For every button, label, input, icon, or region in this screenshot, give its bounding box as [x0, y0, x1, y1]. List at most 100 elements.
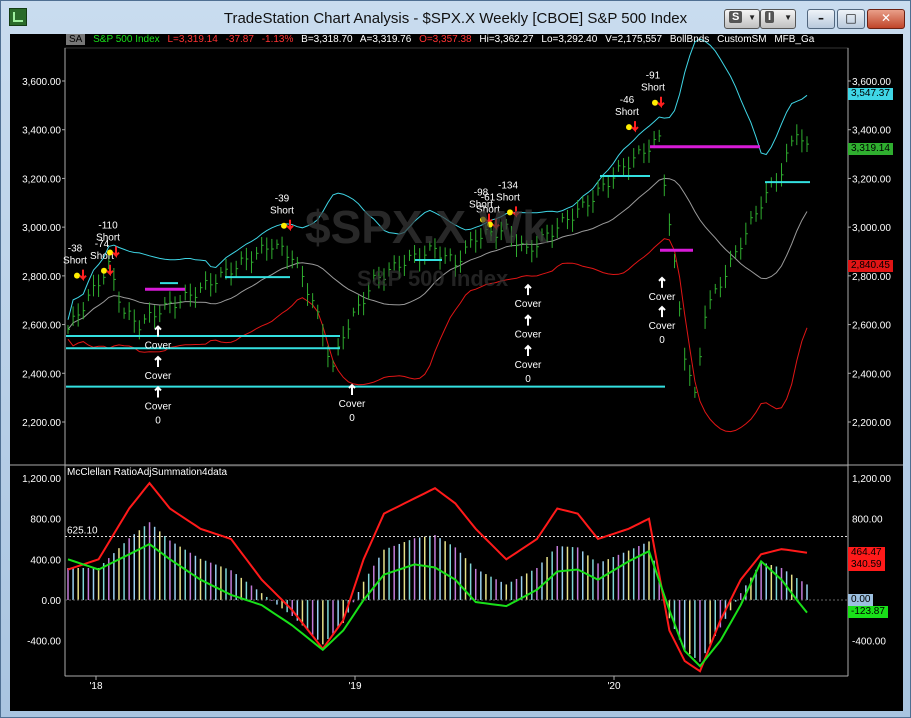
- short-arrow-icon: [657, 96, 665, 109]
- upper-band-tag: 3,547.37: [848, 88, 893, 100]
- chevron-down-icon: ▼: [784, 13, 792, 22]
- short-signal-number: -46: [620, 95, 635, 106]
- short-entry-dot: [281, 222, 287, 229]
- low-price: Lo=3,292.40: [541, 34, 598, 45]
- study-customsm[interactable]: CustomSM: [717, 34, 766, 45]
- osc-green-top-tag: 340.59: [848, 559, 885, 571]
- net-change: -37.87: [225, 34, 254, 45]
- price-axis-label-right: 2,200.00: [852, 418, 891, 429]
- osc-axis-label-left: 1,200.00: [22, 474, 61, 485]
- price-axis-label-left: 3,200.00: [22, 174, 61, 185]
- osc-axis-label-right: -400.00: [852, 637, 886, 648]
- last-price: L=3,319.14: [167, 34, 218, 45]
- high-price: Hi=3,362.27: [479, 34, 534, 45]
- time-axis-label: '20: [607, 681, 620, 692]
- price-axis-label-right: 3,000.00: [852, 223, 891, 234]
- cover-signal-label: Cover: [145, 401, 172, 412]
- symbol-status-line: SA S&P 500 Index L=3,319.14 -37.87 -1.13…: [10, 34, 903, 48]
- cover-arrow-icon: [658, 276, 666, 288]
- chart-canvas[interactable]: 3,600.00 3,600.00 3,400.00 3,400.00 3,200.00…: [10, 34, 903, 711]
- cover-signal-number: 0: [349, 413, 355, 424]
- style-dropdown-button[interactable]: S ▼: [724, 9, 760, 29]
- osc-red-tag: 464.47: [848, 547, 885, 559]
- short-entry-dot: [626, 124, 632, 131]
- price-axis-label-left: 2,400.00: [22, 369, 61, 380]
- price-axis-label-left: 2,600.00: [22, 321, 61, 332]
- ask-price: A=3,319.76: [359, 34, 412, 45]
- bid-price: B=3,318.70: [301, 34, 353, 45]
- short-signal-number: -134: [498, 180, 518, 191]
- volume: V=2,175,557: [605, 34, 663, 45]
- price-axis-label-left: 3,600.00: [22, 77, 61, 88]
- study-mfb[interactable]: MFB_Ga: [774, 34, 814, 45]
- cover-arrow-icon: [524, 283, 532, 296]
- format-dropdown-button[interactable]: I ▼: [760, 9, 796, 29]
- osc-axis-label-left: 800.00: [30, 515, 61, 526]
- osc-green-tag: -123.87: [848, 606, 888, 618]
- osc-axis-label-right: 1,200.00: [852, 474, 891, 485]
- short-signal-label: Short: [615, 107, 639, 118]
- short-signal-number: -38: [68, 244, 83, 255]
- short-entry-dot: [101, 267, 107, 274]
- cover-signal-label: Cover: [515, 299, 542, 310]
- indicator-panel-frame: [64, 465, 849, 677]
- price-axis-label-right: 2,400.00: [852, 369, 891, 380]
- cover-signal-label: Cover: [339, 399, 366, 410]
- price-axis-label-right: 3,200.00: [852, 174, 891, 185]
- cover-signal-label: Cover: [515, 330, 542, 341]
- osc-axis-label-left: 400.00: [30, 555, 61, 566]
- chart-area[interactable]: 3,600.00 3,600.00 3,400.00 3,400.00 3,200.00…: [10, 34, 903, 711]
- short-signal-number: -39: [275, 194, 290, 205]
- minimize-icon: –: [818, 11, 824, 25]
- short-signal-number: -91: [646, 71, 661, 82]
- time-axis-label: '18: [89, 681, 102, 692]
- short-arrow-icon: [79, 269, 87, 282]
- cover-signal-label: Cover: [145, 341, 172, 352]
- open-price: O=3,357.38: [419, 34, 472, 45]
- short-signal-number: -110: [98, 221, 118, 232]
- watermark-symbol: $SPX.X Wk: [305, 201, 548, 253]
- title-bar[interactable]: TradeStation Chart Analysis - $SPX.X Wee…: [1, 1, 910, 34]
- chevron-down-icon: ▼: [748, 13, 756, 22]
- price-axis-label-right: 2,800.00: [852, 272, 891, 283]
- price-axis-label-right: 2,600.00: [852, 321, 891, 332]
- short-arrow-icon: [631, 121, 639, 133]
- watermark-name: S&P 500 Index: [357, 266, 509, 291]
- cover-signal-number: 0: [155, 415, 161, 426]
- short-signal-label: Short: [270, 206, 294, 217]
- osc-axis-label-left: 0.00: [42, 596, 62, 607]
- cover-arrow-icon: [154, 355, 162, 368]
- short-arrow-icon: [106, 264, 114, 277]
- cover-arrow-icon: [658, 305, 666, 318]
- osc-axis-label-right: 800.00: [852, 515, 883, 526]
- short-entry-dot: [652, 99, 658, 106]
- cover-signal-label: Cover: [649, 292, 676, 303]
- lower-band-tag: 2,840.45: [848, 260, 893, 272]
- price-axis-label-left: 3,000.00: [22, 223, 61, 234]
- price-axis-label-left: 2,800.00: [22, 272, 61, 283]
- cover-signal-number: 0: [659, 335, 665, 346]
- maximize-icon: □: [845, 11, 857, 25]
- osc-zero-tag: 0.00: [848, 594, 874, 606]
- short-entry-dot: [107, 249, 113, 256]
- study-bollbnds[interactable]: BollBnds: [670, 34, 709, 45]
- minimize-button[interactable]: –: [807, 9, 835, 29]
- symbol-badge[interactable]: SA: [66, 34, 86, 45]
- oscillator-green-line: [67, 542, 808, 668]
- symbol-name: S&P 500 Index: [93, 34, 160, 45]
- price-axis-label-right: 3,600.00: [852, 77, 891, 88]
- cover-arrow-icon: [348, 383, 356, 396]
- maximize-button[interactable]: □: [837, 9, 865, 29]
- percent-change: -1.13%: [261, 34, 294, 45]
- price-axis-label-left: 3,400.00: [22, 126, 61, 137]
- cover-arrow-icon: [524, 314, 532, 326]
- time-axis-label: '19: [348, 681, 361, 692]
- short-entry-dot: [74, 272, 80, 279]
- cover-signal-number: 0: [525, 374, 531, 385]
- indicator-title: McClellan RatioAdjSummation4data: [67, 467, 228, 478]
- last-price-tag: 3,319.14: [848, 143, 893, 155]
- cover-signal-label: Cover: [515, 360, 542, 371]
- close-button[interactable]: ✕: [867, 9, 905, 29]
- price-axis-label-left: 2,200.00: [22, 418, 61, 429]
- price-axis-label-right: 3,400.00: [852, 126, 891, 137]
